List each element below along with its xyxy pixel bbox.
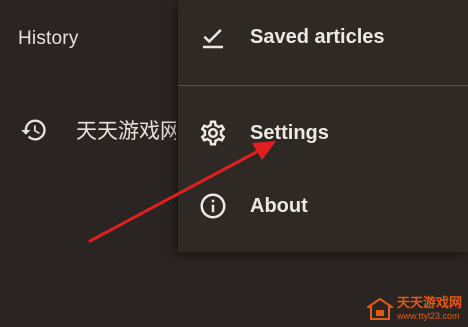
menu-item-label: Saved articles [250, 25, 385, 48]
menu-item-settings[interactable]: Settings [178, 105, 468, 161]
menu-item-about[interactable]: About [178, 178, 468, 234]
screen: History 天天游戏网 Saved articles Settings Ab… [0, 0, 468, 327]
menu-item-label: Settings [250, 121, 329, 144]
info-icon [197, 190, 229, 222]
history-icon [18, 114, 50, 146]
check-icon [197, 21, 229, 53]
history-list-item[interactable]: 天天游戏网 [18, 112, 193, 148]
gear-icon [197, 117, 229, 149]
menu-item-saved-articles[interactable]: Saved articles [178, 9, 468, 65]
history-item-label: 天天游戏网 [76, 119, 176, 143]
watermark-url: www.ttyl23.com [396, 311, 460, 321]
watermark-logo-icon [366, 298, 393, 320]
menu-divider [178, 85, 468, 86]
history-title: History [18, 28, 79, 49]
menu-item-label: About [250, 194, 308, 217]
overflow-menu: Saved articles Settings About [178, 0, 468, 252]
watermark-text: 天天游戏网 [396, 296, 462, 311]
watermark: 天天游戏网 www.ttyl23.com [366, 296, 462, 321]
